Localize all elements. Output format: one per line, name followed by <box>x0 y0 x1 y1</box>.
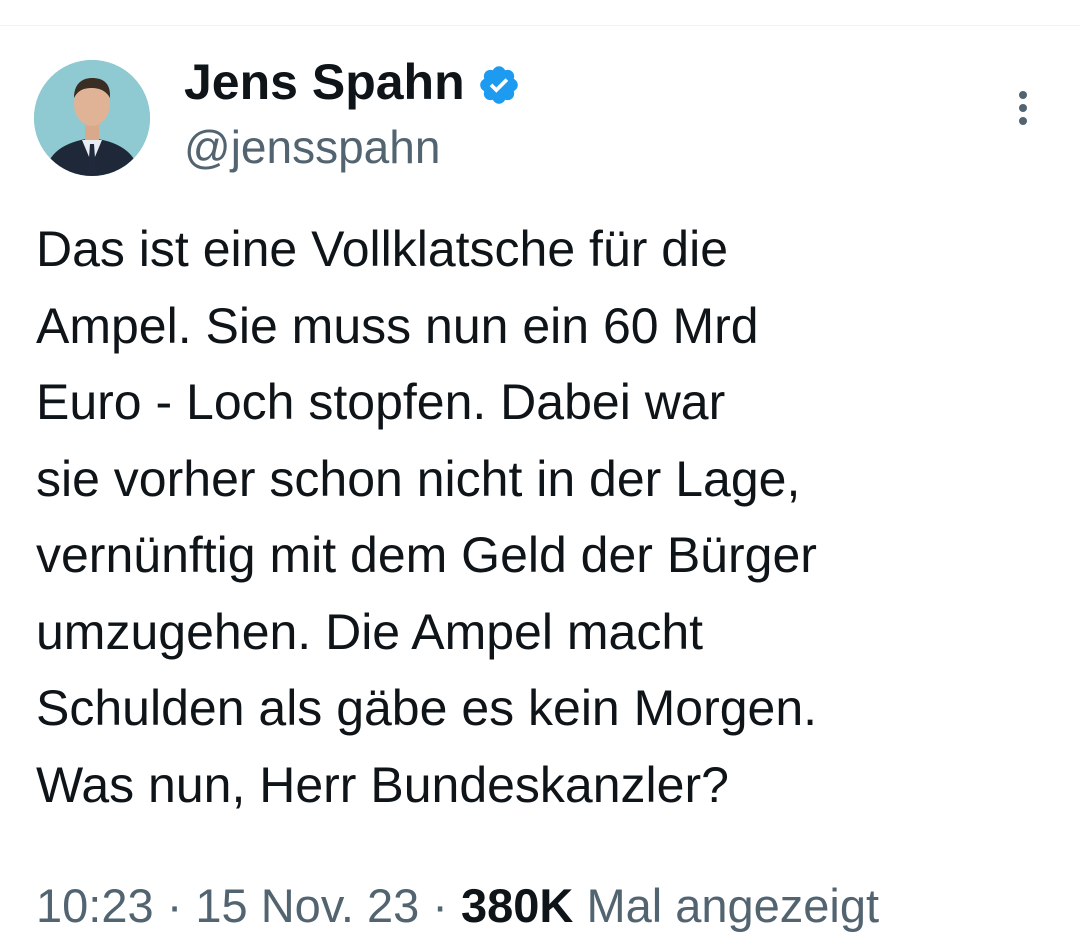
verified-badge-icon[interactable] <box>477 60 521 104</box>
avatar[interactable] <box>34 60 150 176</box>
tweet-time[interactable]: 10:23 <box>36 879 154 932</box>
tweet-line: vernünftig mit dem Geld der Bürger <box>36 527 817 583</box>
tweet-line: Euro - Loch stopfen. Dabei war <box>36 374 726 430</box>
meta-separator: · <box>432 879 448 932</box>
views-label: Mal angezeigt <box>586 879 880 932</box>
tweet-line: Ampel. Sie muss nun ein 60 Mrd <box>36 297 759 354</box>
more-vertical-icon[interactable] <box>1006 86 1040 130</box>
author-handle[interactable]: @jensspahn <box>184 118 440 176</box>
tweet-date[interactable]: 15 Nov. 23 <box>195 879 419 932</box>
tweet-line: umzugehen. Die Ampel macht <box>36 603 704 660</box>
tweet-line: Schulden als gäbe es kein Morgen. <box>36 680 818 736</box>
profile-photo <box>34 60 150 176</box>
views-count[interactable]: 380K <box>461 879 573 932</box>
author-name-text[interactable]: Jens Spahn <box>184 52 465 112</box>
tweet-text: Das ist eine Vollklatsche für die Ampel.… <box>36 211 1056 823</box>
top-divider <box>0 25 1080 26</box>
meta-separator: · <box>166 879 183 932</box>
tweet-line: Was nun, Herr Bundeskanzler? <box>36 756 729 813</box>
tweet-line: Das ist eine Vollklatsche für die <box>36 221 729 277</box>
author-name[interactable]: Jens Spahn <box>184 52 521 112</box>
tweet-line: sie vorher schon nicht in der Lage, <box>36 450 801 507</box>
tweet-meta: 10:23 · 15 Nov. 23 · 380K Mal angezeigt <box>36 874 879 938</box>
